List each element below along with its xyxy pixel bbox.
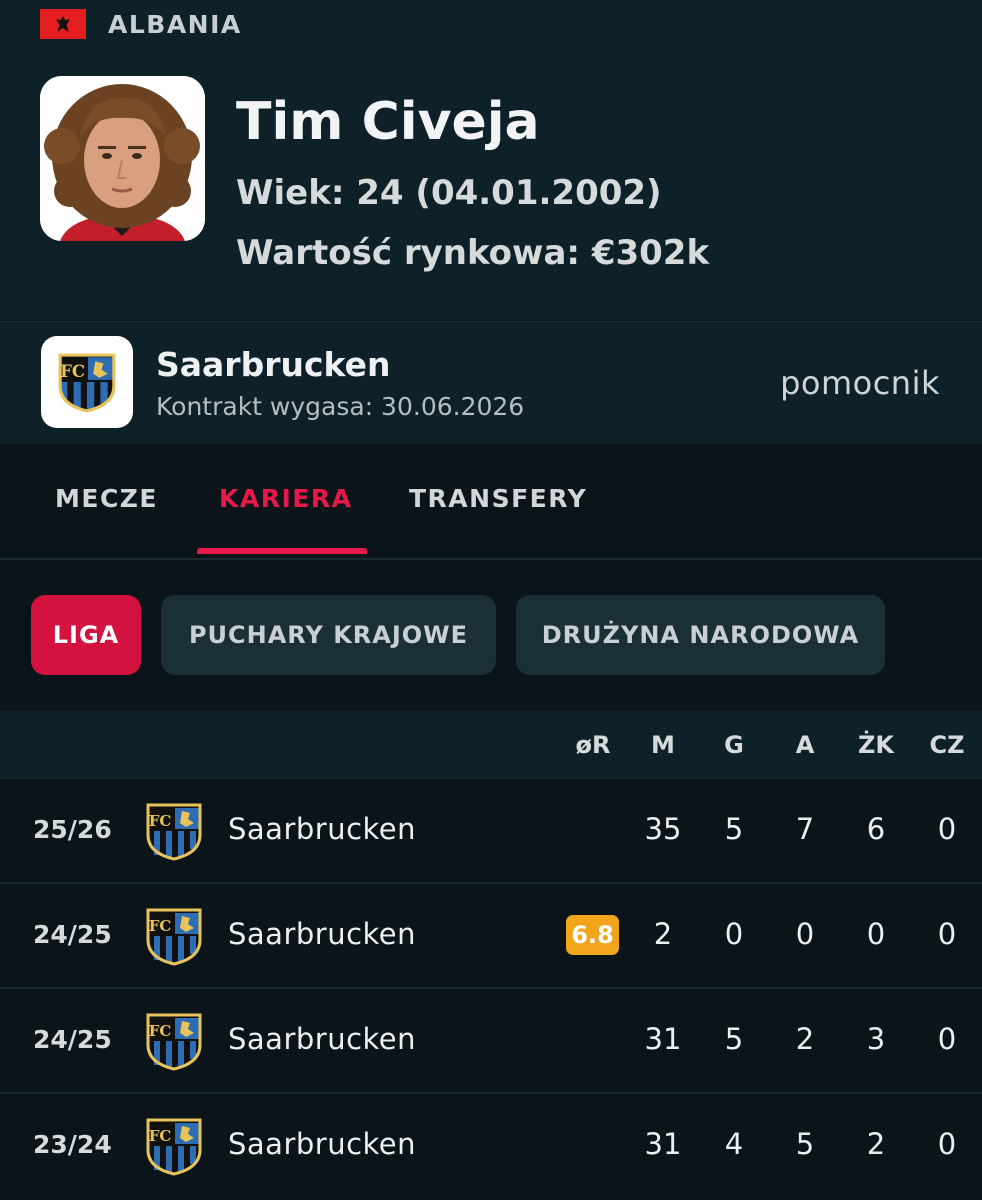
club-name: Saarbrucken [156, 345, 391, 384]
team-name: Saarbrucken [228, 1127, 417, 1161]
stat-m: 2 [653, 917, 673, 951]
stat-a: 0 [795, 917, 815, 951]
season-label: 24/25 [33, 920, 112, 949]
svg-text:FC: FC [149, 812, 172, 830]
stat-zk: 3 [866, 1022, 886, 1056]
filter-national-cups-button[interactable]: PUCHARY KRAJOWE [161, 595, 496, 675]
stat-cz: 0 [937, 1022, 957, 1056]
team-name: Saarbrucken [228, 917, 417, 951]
stat-a: 5 [795, 1127, 815, 1161]
saarbrucken-crest-icon: FC [144, 801, 204, 861]
player-market-value: Wartość rynkowa: €302k [236, 233, 710, 273]
stat-g: 0 [724, 917, 744, 951]
table-row[interactable]: 23/24 FC Saarbrucken 31 4 5 2 0 [0, 1092, 982, 1198]
stat-m: 31 [644, 1022, 682, 1056]
col-matches: M [651, 731, 675, 759]
stat-g: 5 [724, 812, 744, 846]
stat-cz: 0 [937, 1127, 957, 1161]
table-row[interactable]: 25/26 FC Saarbrucken 35 5 7 6 0 [0, 777, 982, 883]
col-avg-rating: øR [575, 731, 611, 759]
svg-text:FC: FC [149, 1127, 172, 1145]
stat-cz: 0 [937, 917, 957, 951]
player-name: Tim Civeja [236, 92, 540, 152]
season-label: 25/26 [33, 815, 112, 844]
season-label: 23/24 [33, 1130, 112, 1159]
svg-text:FC: FC [149, 917, 172, 935]
active-tab-indicator [197, 548, 367, 554]
saarbrucken-crest-icon: FC [144, 1011, 204, 1071]
stat-m: 31 [644, 1127, 682, 1161]
filter-league-button[interactable]: LIGA [31, 595, 141, 675]
stat-cz: 0 [937, 812, 957, 846]
col-goals: G [724, 731, 744, 759]
team-name: Saarbrucken [228, 1022, 417, 1056]
stat-g: 4 [724, 1127, 744, 1161]
player-photo [40, 76, 205, 241]
rating-badge: 6.8 [566, 915, 619, 955]
col-assists: A [795, 731, 815, 759]
table-row[interactable]: 24/25 FC Saarbrucken 31 5 2 3 0 [0, 987, 982, 1093]
saarbrucken-crest-icon: FC [41, 336, 133, 428]
stat-a: 2 [795, 1022, 815, 1056]
current-club-row[interactable]: FC Saarbrucken Kontrakt wygasa: 30.06.20… [0, 321, 982, 444]
stat-zk: 6 [866, 812, 886, 846]
filter-national-team-button[interactable]: DRUŻYNA NARODOWA [516, 595, 885, 675]
svg-text:FC: FC [60, 361, 85, 381]
country-name: ALBANIA [108, 9, 242, 39]
stat-m: 35 [644, 812, 682, 846]
player-header: ALBANIA Tim Civeja Wiek: 24 (04.01.2002)… [0, 0, 982, 320]
player-position: pomocnik [780, 364, 940, 402]
tab-matches[interactable]: MECZE [55, 484, 158, 513]
season-label: 24/25 [33, 1025, 112, 1054]
contract-expiry: Kontrakt wygasa: 30.06.2026 [156, 392, 525, 421]
stat-g: 5 [724, 1022, 744, 1056]
country-link[interactable]: ALBANIA [40, 8, 242, 40]
team-name: Saarbrucken [228, 812, 417, 846]
col-red-cards: CZ [929, 731, 965, 759]
profile-tabs: MECZE KARIERA TRANSFERY [0, 444, 982, 560]
saarbrucken-crest-icon: FC [144, 1116, 204, 1176]
stat-zk: 0 [866, 917, 886, 951]
player-age: Wiek: 24 (04.01.2002) [236, 173, 662, 213]
tab-transfers[interactable]: TRANSFERY [409, 484, 587, 513]
albania-flag-icon [40, 9, 86, 39]
stat-zk: 2 [866, 1127, 886, 1161]
tab-career[interactable]: KARIERA [219, 484, 352, 513]
col-yellow-cards: ŻK [858, 731, 894, 759]
career-table-header: øR M G A ŻK CZ [0, 711, 982, 777]
table-row[interactable]: 24/25 FC Saarbrucken 6.8 2 0 0 0 0 [0, 882, 982, 988]
svg-text:FC: FC [149, 1022, 172, 1040]
stat-a: 7 [795, 812, 815, 846]
saarbrucken-crest-icon: FC [144, 906, 204, 966]
